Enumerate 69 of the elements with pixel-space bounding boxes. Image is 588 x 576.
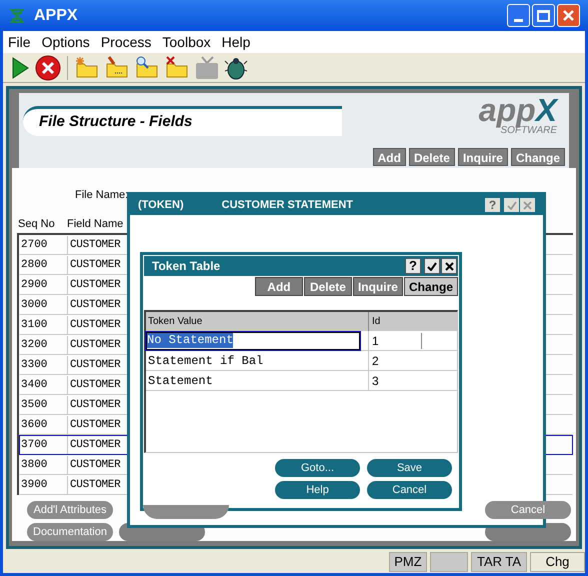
pill-button[interactable]: Goto... <box>275 459 360 477</box>
action-button[interactable]: Add <box>372 148 406 166</box>
table-cell-text: CUSTOMER <box>69 398 120 414</box>
pill-button[interactable]: Save <box>367 459 452 477</box>
table-cell-text: CUSTOMER <box>69 258 120 274</box>
table-cell-text: CUSTOMER <box>69 278 120 294</box>
dialog-title: (TOKEN) <box>138 198 184 213</box>
pill-button[interactable]: Help <box>275 481 360 499</box>
table-cell: 3500 <box>20 396 68 414</box>
column-header: Id <box>371 315 380 329</box>
action-button[interactable]: Delete <box>304 277 352 296</box>
table-cell: 3900 <box>20 476 68 494</box>
help-button[interactable]: ? <box>485 198 500 212</box>
action-button[interactable]: Inquire <box>458 148 508 166</box>
menu-item[interactable]: File <box>8 32 31 53</box>
table-cell: Statement <box>146 371 369 390</box>
table-cell: 3700 <box>20 436 68 454</box>
dialog-subtitle: CUSTOMER STATEMENT <box>222 198 354 213</box>
menu-item[interactable]: Help <box>222 32 250 53</box>
table-cell: 2700 <box>20 236 68 254</box>
pill-button[interactable]: Documentation <box>27 523 113 542</box>
table-cell: 3400 <box>20 376 68 394</box>
table-cell-text: CUSTOMER <box>69 338 120 354</box>
logo-text: app <box>478 95 536 126</box>
table-cell: 3000 <box>20 296 68 314</box>
logo-subtitle: SOFTWARE <box>500 125 557 136</box>
action-button[interactable]: Inquire <box>352 277 403 296</box>
pill-button[interactable]: Cancel <box>485 501 571 520</box>
status-panel: TAR TA <box>471 552 527 572</box>
token-value-input[interactable]: No Statement <box>146 332 360 350</box>
table-cell-text: 2 <box>371 353 379 370</box>
table-cell: Statement if Bal <box>146 351 369 370</box>
status-panel: PMZ <box>389 552 427 572</box>
column-header: Seq No <box>17 216 56 232</box>
action-button[interactable]: Add <box>254 277 303 296</box>
file-name-label: File Name: <box>75 188 128 204</box>
table-cell: 3200 <box>20 336 68 354</box>
menu-item[interactable]: Toolbox <box>162 32 211 53</box>
table-cell-text: CUSTOMER <box>69 478 120 494</box>
table-cell-text: CUSTOMER <box>69 458 120 474</box>
table-cell-text: CUSTOMER <box>69 238 120 254</box>
table-cell-text: CUSTOMER <box>69 438 120 454</box>
table-cell: 2800 <box>20 256 68 274</box>
table-cell-text: 3 <box>371 373 379 390</box>
pill-button[interactable]: Cancel <box>367 481 452 499</box>
status-panel: Chg <box>530 552 585 572</box>
table-cell: 2900 <box>20 276 68 294</box>
action-button[interactable]: Change <box>404 277 458 296</box>
screen-title: File Structure - Fields <box>23 106 342 136</box>
table-cell: 3300 <box>20 356 68 374</box>
window-title: APPX <box>34 6 78 26</box>
action-button[interactable]: Delete <box>408 148 455 166</box>
action-button[interactable]: Change <box>510 148 565 166</box>
table-cell-text: CUSTOMER <box>69 318 120 334</box>
help-button[interactable]: ? <box>405 258 421 274</box>
table-cell-text: CUSTOMER <box>69 378 120 394</box>
logo-mark: X <box>536 95 557 126</box>
dialog-title: Token Table <box>152 258 220 275</box>
table-cell-text: CUSTOMER <box>69 298 120 314</box>
table-cell: 3100 <box>20 316 68 334</box>
id-input[interactable]: 1 <box>370 332 422 348</box>
menu-item[interactable]: Process <box>100 32 152 53</box>
table-cell: 3800 <box>20 456 68 474</box>
pill-button[interactable]: Add'l Attributes <box>27 501 113 520</box>
menu-item[interactable]: Options <box>42 32 90 53</box>
column-header: Field Name <box>67 216 124 232</box>
table-cell-text: CUSTOMER <box>69 418 120 434</box>
table-cell-text: CUSTOMER <box>69 358 120 374</box>
table-cell: 3600 <box>20 416 68 434</box>
